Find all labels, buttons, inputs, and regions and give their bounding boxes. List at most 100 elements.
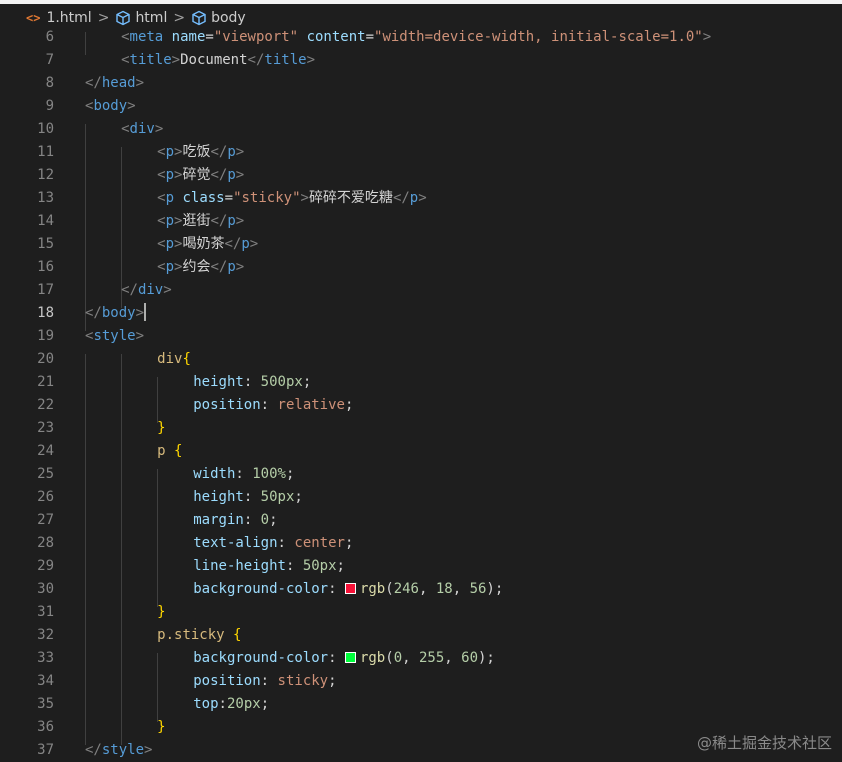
code-token: 18 — [435, 581, 453, 597]
code-line[interactable]: 10 <div> — [0, 118, 842, 141]
code-token: style — [101, 742, 145, 758]
code-token: : — [328, 581, 345, 597]
code-token: p — [227, 259, 236, 275]
line-number: 32 — [37, 627, 54, 643]
code-line[interactable]: 32 p.sticky { — [0, 624, 842, 647]
code-token: 50px — [260, 489, 295, 505]
code-line[interactable]: 21 height: 500px; — [0, 371, 842, 394]
code-token: : — [285, 558, 303, 574]
code-line[interactable]: 27 margin: 0; — [0, 509, 842, 532]
code-line[interactable]: 24 p { — [0, 440, 842, 463]
code-token: </ — [85, 742, 102, 758]
code-token: </ — [210, 144, 228, 160]
code-token: > — [702, 29, 712, 45]
code-line[interactable]: 30 background-color: rgb(246, 18, 56); — [0, 578, 842, 601]
code-content: margin: 0; — [193, 509, 277, 532]
code-token: </ — [392, 190, 410, 206]
code-token: : — [260, 673, 278, 689]
code-line[interactable]: 35 top:20px; — [0, 693, 842, 716]
line-number: 20 — [37, 351, 54, 367]
code-content: p.sticky { — [157, 624, 241, 647]
line-number: 29 — [37, 558, 54, 574]
code-line[interactable]: 18 </body> — [0, 302, 842, 325]
code-line[interactable]: 8 </head> — [0, 72, 842, 95]
code-token: 碎觉 — [182, 167, 211, 183]
code-token: > — [154, 121, 164, 137]
code-line[interactable]: 17 </div> — [0, 279, 842, 302]
code-content: <body> — [85, 95, 136, 118]
code-token: p — [241, 236, 250, 252]
code-content: <p>约会</p> — [157, 256, 244, 279]
code-line[interactable]: 20 div{ — [0, 348, 842, 371]
line-number: 10 — [37, 121, 54, 137]
code-line[interactable]: 19 <style> — [0, 325, 842, 348]
code-line[interactable]: 14 <p>逛街</p> — [0, 210, 842, 233]
breadcrumb-body[interactable]: body — [191, 10, 246, 26]
watermark: @稀土掘金技术社区 — [696, 734, 832, 752]
code-line[interactable]: 28 text-align: center; — [0, 532, 842, 555]
code-token: < — [121, 29, 130, 45]
code-editor[interactable]: 6 <meta name="viewport" content="width=de… — [0, 29, 842, 762]
color-swatch[interactable] — [344, 652, 356, 663]
code-token: > — [235, 144, 245, 160]
code-token: ; — [269, 512, 278, 528]
html-file-icon: <> — [26, 11, 41, 25]
code-line[interactable]: 29 line-height: 50px; — [0, 555, 842, 578]
code-token: </ — [210, 213, 228, 229]
code-line[interactable]: 13 <p class="sticky">碎碎不爱吃糖</p> — [0, 187, 842, 210]
code-token: > — [418, 190, 427, 206]
code-line[interactable]: 26 height: 50px; — [0, 486, 842, 509]
chevron-right-icon: > — [97, 10, 110, 26]
code-line[interactable]: 22 position: relative; — [0, 394, 842, 417]
code-content: </body> — [85, 302, 147, 325]
code-line[interactable]: 31} — [0, 601, 842, 624]
code-token: background-color — [193, 581, 329, 597]
code-token: body — [93, 98, 128, 114]
code-line[interactable]: 33 background-color: rgb(0, 255, 60); — [0, 647, 842, 670]
code-token: < — [121, 52, 130, 68]
code-content: </div> — [121, 279, 172, 302]
color-swatch[interactable] — [344, 583, 356, 594]
code-token: > — [127, 98, 136, 114]
code-content: div{ — [157, 348, 191, 371]
code-line[interactable]: 15 <p>喝奶茶</p> — [0, 233, 842, 256]
code-token: ( — [385, 581, 394, 597]
code-token: height — [193, 489, 244, 505]
line-number: 8 — [45, 75, 54, 91]
code-token: </ — [121, 282, 138, 298]
code-token: 500px — [260, 374, 303, 390]
code-token: > — [235, 259, 245, 275]
code-content: background-color: rgb(0, 255, 60); — [193, 647, 495, 670]
code-line[interactable]: 25 width: 100%; — [0, 463, 842, 486]
code-token: meta — [129, 29, 164, 45]
line-number: 24 — [37, 443, 54, 459]
code-line[interactable]: 11 <p>吃饭</p> — [0, 141, 842, 164]
code-token: > — [235, 213, 245, 229]
code-line[interactable]: 7 <title>Document</title> — [0, 49, 842, 72]
code-line[interactable]: 16 <p>约会</p> — [0, 256, 842, 279]
code-line[interactable]: 23} — [0, 417, 842, 440]
code-content: } — [157, 601, 165, 624]
code-token: "sticky" — [233, 190, 301, 206]
chevron-right-icon: > — [173, 10, 186, 26]
code-line[interactable]: 6 <meta name="viewport" content="width=de… — [0, 26, 842, 49]
code-token: height — [193, 374, 244, 390]
code-token: </ — [247, 52, 265, 68]
breadcrumb-file[interactable]: <> 1.html — [26, 10, 92, 26]
code-token: 0 — [393, 650, 403, 666]
breadcrumb-html[interactable]: html — [115, 10, 167, 26]
line-number: 13 — [37, 190, 54, 206]
breadcrumb-file-label: 1.html — [46, 10, 92, 26]
code-content: <meta name="viewport" content="width=dev… — [121, 26, 711, 49]
code-line[interactable]: 12 <p>碎觉</p> — [0, 164, 842, 187]
code-content: p { — [157, 440, 182, 463]
line-number: 18 — [37, 305, 54, 321]
code-token: top — [193, 696, 219, 712]
code-line[interactable]: 9 <body> — [0, 95, 842, 118]
code-line[interactable]: 34 position: sticky; — [0, 670, 842, 693]
code-token: 255 — [418, 650, 445, 666]
line-number: 26 — [37, 489, 54, 505]
code-token: width — [193, 466, 236, 482]
